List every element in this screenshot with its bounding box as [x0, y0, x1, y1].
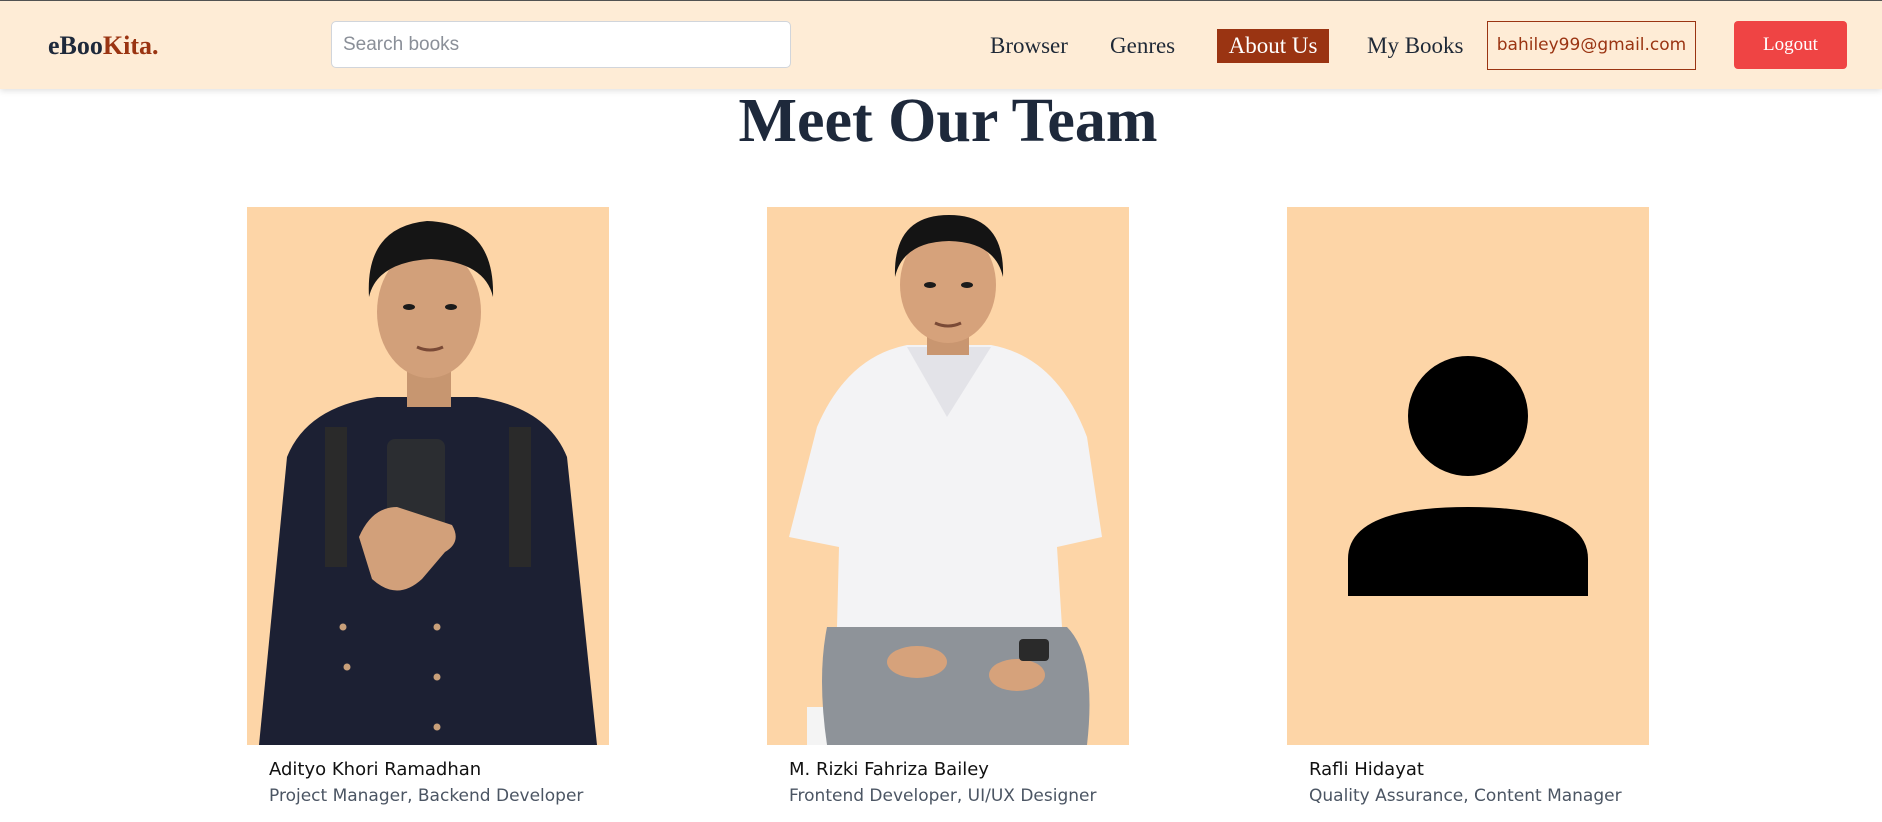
user-email-badge[interactable]: bahiley99@gmail.com [1487, 21, 1696, 70]
search-input[interactable] [331, 21, 791, 68]
team-card: Rafli Hidayat Quality Assurance, Content… [1287, 207, 1649, 806]
logo-text-main: eBoo [48, 31, 103, 60]
member-name: M. Rizki Fahriza Bailey [789, 759, 989, 780]
site-logo[interactable]: eBooKita. [48, 31, 159, 61]
logout-button[interactable]: Logout [1734, 21, 1847, 69]
navbar: eBooKita. Browser Genres About Us My Boo… [0, 1, 1882, 89]
nav-my-books[interactable]: My Books [1367, 33, 1464, 59]
nav-genres[interactable]: Genres [1110, 33, 1175, 59]
nav-about-us[interactable]: About Us [1217, 29, 1329, 63]
logo-text-accent: Kita. [102, 31, 159, 60]
person-photo-illustration [789, 215, 1102, 745]
member-name: Rafli Hidayat [1309, 759, 1424, 780]
team-photo [247, 207, 609, 745]
team-photo [767, 207, 1129, 745]
member-role: Quality Assurance, Content Manager [1309, 786, 1622, 806]
team-card: M. Rizki Fahriza Bailey Frontend Develop… [767, 207, 1129, 806]
team-card: Adityo Khori Ramadhan Project Manager, B… [247, 207, 609, 806]
nav-browser[interactable]: Browser [990, 33, 1068, 59]
person-photo-illustration [259, 221, 597, 745]
member-name: Adityo Khori Ramadhan [269, 759, 482, 780]
page-title: Meet Our Team [738, 87, 1158, 155]
member-role: Project Manager, Backend Developer [269, 786, 584, 806]
member-role: Frontend Developer, UI/UX Designer [789, 786, 1097, 806]
user-avatar-placeholder-icon [1348, 356, 1588, 596]
team-photo [1287, 207, 1649, 745]
